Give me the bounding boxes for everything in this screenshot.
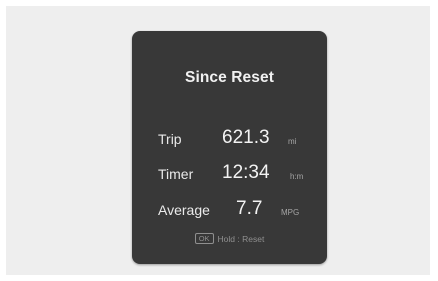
reset-hint: OK Hold : Reset (132, 233, 327, 244)
average-row: Average 7.7 MPG (132, 197, 327, 221)
trip-label: Trip (158, 131, 182, 147)
trip-value: 621.3 (222, 127, 270, 148)
trip-info-panel: Since Reset Trip 621.3 mi Timer 12:34 h:… (132, 31, 327, 264)
average-label: Average (158, 202, 210, 218)
average-unit: MPG (281, 208, 300, 217)
timer-unit: h:m (290, 172, 304, 181)
timer-label: Timer (158, 166, 194, 182)
background-frame: Since Reset Trip 621.3 mi Timer 12:34 h:… (6, 6, 430, 275)
trip-unit: mi (288, 137, 297, 146)
ok-key-icon: OK (194, 233, 214, 244)
reset-hint-text: Hold : Reset (217, 234, 265, 244)
trip-row: Trip 621.3 mi (132, 126, 327, 150)
panel-title: Since Reset (185, 69, 274, 86)
timer-row: Timer 12:34 h:m (132, 161, 327, 185)
average-value: 7.7 (236, 198, 263, 219)
timer-value: 12:34 (222, 162, 270, 183)
